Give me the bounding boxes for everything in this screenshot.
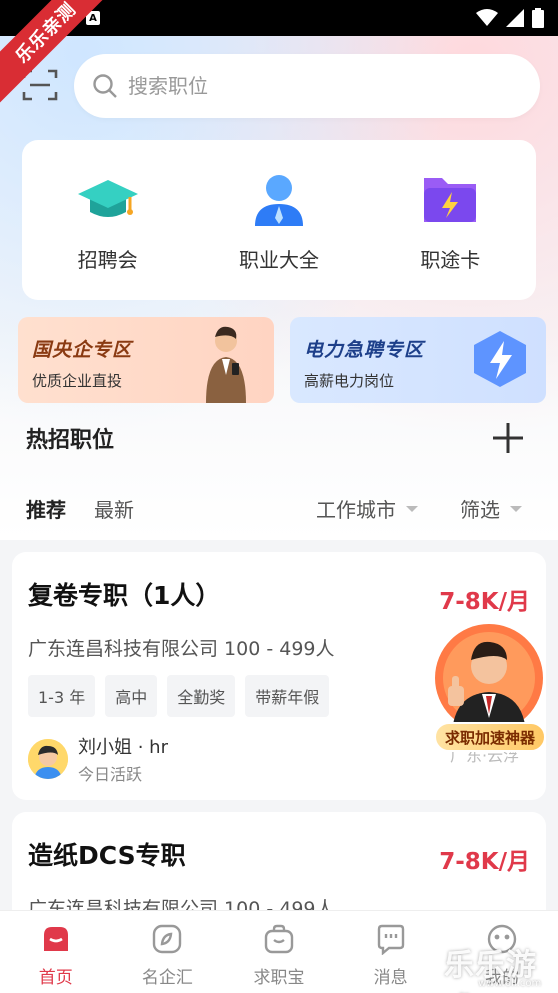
search-icon — [93, 74, 117, 98]
compass-icon — [153, 924, 182, 954]
tab-recommend[interactable]: 推荐 — [26, 494, 66, 523]
quick-entry-label: 职途卡 — [420, 247, 481, 272]
avatar — [28, 739, 68, 779]
recruiter-activity: 今日活跃 — [78, 765, 143, 784]
lightning-folder-icon — [424, 177, 477, 222]
recruiter-name: 刘小姐 · hr — [78, 737, 168, 758]
search-bar[interactable] — [74, 54, 540, 118]
watermark-url: www.6ll.com — [478, 978, 542, 989]
quick-entry-label: 职业大全 — [238, 247, 319, 272]
nav-job-kit[interactable]: 求职宝 — [223, 911, 335, 993]
search-input[interactable] — [128, 74, 508, 98]
message-icon — [377, 924, 404, 955]
signal-icon — [506, 9, 524, 27]
chevron-down-icon — [510, 505, 522, 512]
wifi-icon — [476, 9, 498, 26]
quick-entry-career-card[interactable]: 职途卡 — [375, 168, 525, 273]
job-tag: 高中 — [105, 675, 158, 717]
quick-entry-label: 招聘会 — [77, 247, 138, 272]
battery-icon — [532, 8, 544, 28]
nav-home[interactable]: 首页 — [0, 911, 112, 993]
quick-entry-job-fair[interactable]: 招聘会 — [33, 168, 183, 273]
nav-label: 首页 — [38, 968, 73, 988]
home-icon — [43, 927, 68, 951]
job-tag: 全勤奖 — [167, 675, 236, 717]
filter-dropdown[interactable]: 筛选 — [460, 494, 522, 523]
businessman-illustration-icon — [206, 326, 246, 403]
promo-banner-soe[interactable]: 国央企专区 优质企业直投 — [18, 317, 274, 403]
person-icon — [254, 174, 303, 226]
quick-entry-card: 招聘会 职业大全 职途卡 — [22, 140, 536, 300]
plus-icon — [493, 423, 523, 453]
quick-entry-career-guide[interactable]: 职业大全 — [204, 168, 354, 273]
lightning-badge-icon — [474, 331, 526, 387]
job-salary: 7-8K/月 — [439, 849, 530, 875]
add-button[interactable] — [490, 420, 526, 456]
filter-row: 推荐 最新 工作城市 筛选 — [0, 488, 558, 528]
nav-companies[interactable]: 名企汇 — [112, 911, 224, 993]
promo-banner-power[interactable]: 电力急聘专区 高薪电力岗位 — [290, 317, 546, 403]
city-dropdown[interactable]: 工作城市 — [316, 494, 418, 523]
job-tag: 1-3 年 — [28, 675, 96, 717]
recruiter-avatar-icon — [28, 739, 68, 779]
tab-latest[interactable]: 最新 — [94, 494, 134, 523]
nav-label: 消息 — [373, 968, 408, 988]
thumbs-up-man-icon — [435, 624, 543, 734]
section-title: 热招职位 — [26, 428, 115, 453]
nav-label: 求职宝 — [253, 968, 305, 988]
bag-icon — [264, 924, 294, 954]
graduation-cap-icon — [77, 179, 138, 217]
job-tag: 带薪年假 — [245, 675, 330, 717]
nav-messages[interactable]: 消息 — [335, 911, 447, 993]
job-salary: 7-8K/月 — [439, 589, 530, 615]
floating-promo-label[interactable]: 求职加速神器 — [434, 722, 546, 752]
nav-label: 名企汇 — [141, 968, 193, 988]
filter-dropdown-label: 筛选 — [460, 498, 500, 522]
chevron-down-icon — [406, 505, 418, 512]
city-dropdown-label: 工作城市 — [316, 498, 396, 522]
